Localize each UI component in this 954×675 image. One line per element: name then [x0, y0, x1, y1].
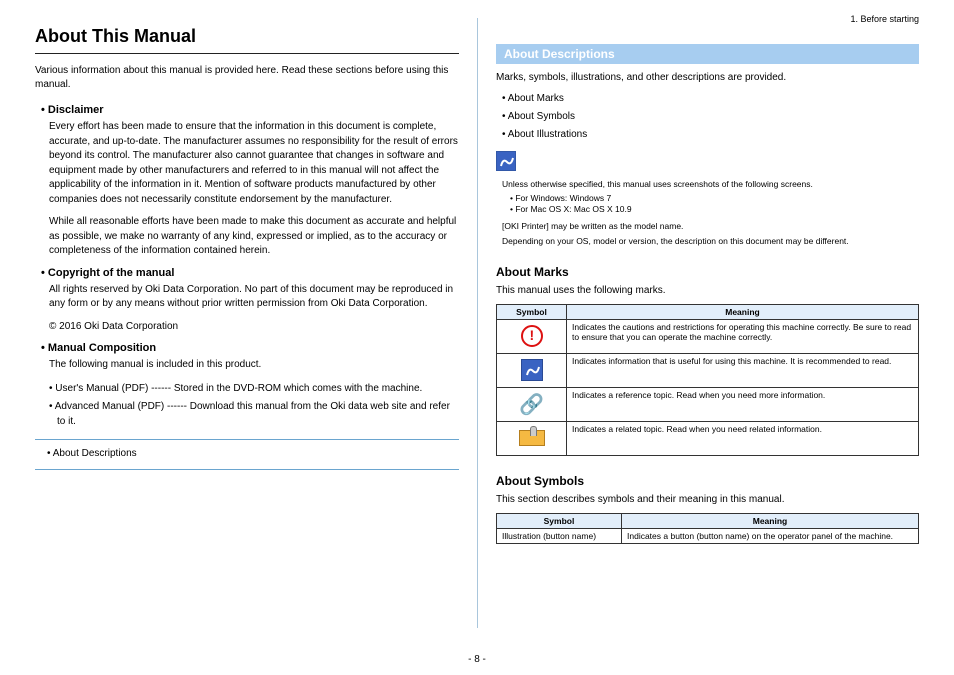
- meaning-cell: Indicates a button (button name) on the …: [622, 529, 919, 544]
- table-row: Indicates information that is useful for…: [497, 354, 919, 388]
- disclaimer-p1: Every effort has been made to ensure tha…: [49, 120, 459, 207]
- symbols-table: Symbol Meaning Illustration (button name…: [496, 513, 919, 544]
- caution-icon: [521, 325, 543, 347]
- note-text: Depending on your OS, model or version, …: [502, 235, 919, 248]
- symbol-cell: Illustration (button name): [497, 529, 622, 544]
- toc-link[interactable]: About Marks: [510, 91, 919, 106]
- toc-link[interactable]: About Descriptions: [47, 448, 459, 459]
- right-column: About Descriptions Marks, symbols, illus…: [477, 18, 919, 628]
- table-row: Indicates the cautions and restrictions …: [497, 320, 919, 354]
- th-meaning: Meaning: [567, 305, 919, 320]
- page-number: - 8 -: [0, 654, 954, 665]
- composition-heading: Manual Composition: [41, 342, 459, 354]
- section-intro: Marks, symbols, illustrations, and other…: [496, 72, 919, 83]
- composition-item: User's Manual (PDF) ------ Stored in the…: [57, 381, 459, 396]
- table-row: Illustration (button name) Indicates a b…: [497, 529, 919, 544]
- th-symbol: Symbol: [497, 305, 567, 320]
- th-symbol: Symbol: [497, 514, 622, 529]
- composition-intro: The following manual is included in this…: [49, 358, 459, 373]
- about-symbols-heading: About Symbols: [496, 474, 919, 488]
- intro-text: Various information about this manual is…: [35, 64, 459, 92]
- meaning-cell: Indicates information that is useful for…: [567, 354, 919, 388]
- breadcrumb: 1. Before starting: [850, 14, 919, 24]
- divider: [35, 439, 459, 440]
- table-row: 🔗 Indicates a reference topic. Read when…: [497, 388, 919, 422]
- about-marks-heading: About Marks: [496, 265, 919, 279]
- copyright-p1: All rights reserved by Oki Data Corporat…: [49, 283, 459, 312]
- th-meaning: Meaning: [622, 514, 919, 529]
- related-icon: [519, 430, 545, 446]
- about-marks-intro: This manual uses the following marks.: [496, 285, 919, 296]
- copyright-p2: © 2016 Oki Data Corporation: [49, 320, 459, 335]
- memo-icon: [521, 359, 543, 381]
- meaning-cell: Indicates a reference topic. Read when y…: [567, 388, 919, 422]
- section-banner: About Descriptions: [496, 44, 919, 64]
- divider: [35, 469, 459, 470]
- reference-icon: 🔗: [519, 394, 544, 416]
- left-column: About This Manual Various information ab…: [35, 18, 477, 628]
- disclaimer-heading: Disclaimer: [41, 104, 459, 116]
- note-bullet: For Windows: Windows 7: [510, 193, 919, 203]
- marks-table: Symbol Meaning Indicates the cautions an…: [496, 304, 919, 456]
- note-bullet: For Mac OS X: Mac OS X 10.9: [510, 204, 919, 214]
- toc-link[interactable]: About Symbols: [510, 109, 919, 124]
- meaning-cell: Indicates the cautions and restrictions …: [567, 320, 919, 354]
- about-symbols-intro: This section describes symbols and their…: [496, 494, 919, 505]
- toc-link[interactable]: About Illustrations: [510, 127, 919, 142]
- composition-item: Advanced Manual (PDF) ------ Download th…: [57, 399, 459, 429]
- meaning-cell: Indicates a related topic. Read when you…: [567, 422, 919, 456]
- title-rule: [35, 53, 459, 54]
- copyright-heading: Copyright of the manual: [41, 267, 459, 279]
- note-text: Unless otherwise specified, this manual …: [502, 178, 919, 191]
- table-row: Indicates a related topic. Read when you…: [497, 422, 919, 456]
- note-text: [OKI Printer] may be written as the mode…: [502, 220, 919, 233]
- memo-icon: [496, 151, 516, 171]
- page-columns: About This Manual Various information ab…: [35, 18, 919, 628]
- page-title: About This Manual: [35, 26, 459, 47]
- disclaimer-p2: While all reasonable efforts have been m…: [49, 215, 459, 259]
